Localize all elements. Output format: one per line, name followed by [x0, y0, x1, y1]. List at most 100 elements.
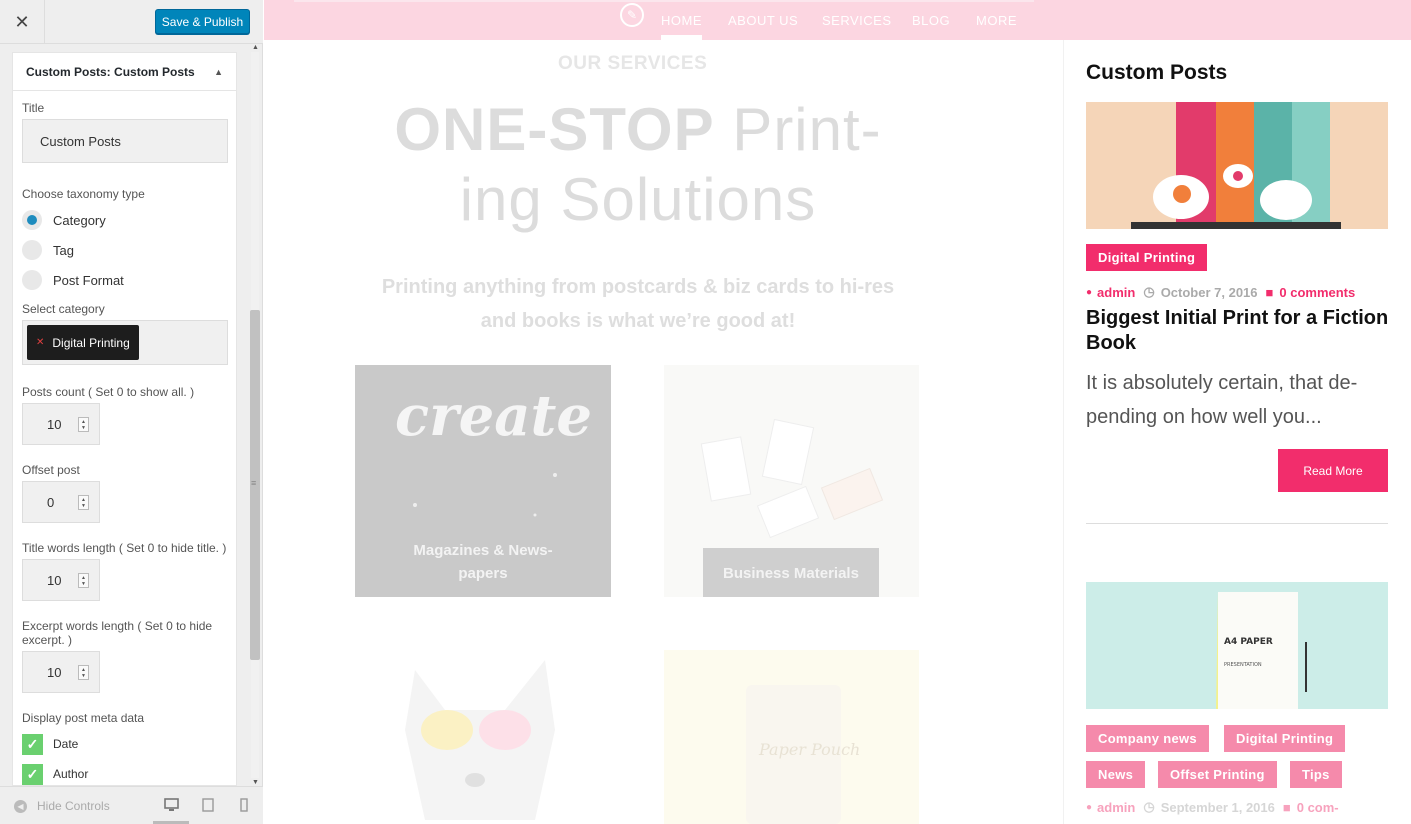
meta-option-date[interactable]: ✓ Date: [22, 729, 227, 759]
category-badge[interactable]: Tips: [1290, 761, 1342, 788]
user-icon: ●: [1086, 801, 1093, 813]
checkmark-icon[interactable]: ✓: [22, 763, 43, 785]
widget-heading-name: Custom Posts: [114, 64, 195, 79]
service-tile-pouch[interactable]: Paper Pouch: [664, 650, 919, 824]
taxonomy-option-post-format[interactable]: Post Format: [22, 265, 227, 295]
post-comments[interactable]: 0 comments: [1279, 285, 1355, 300]
checkmark-icon[interactable]: ✓: [22, 733, 43, 755]
title-label: Title: [22, 101, 45, 115]
nav-item-home[interactable]: HOME: [661, 13, 702, 40]
title-words-value: 10: [47, 572, 62, 588]
panel-scrollbar[interactable]: ▲ ≡ ▼: [249, 44, 261, 786]
post-thumbnail-art: A4 PAPER PRESENTATION: [1086, 582, 1388, 709]
post-thumbnail[interactable]: [1086, 102, 1388, 229]
collapse-arrow-icon[interactable]: ▲: [214, 67, 223, 77]
category-label: Select category: [22, 302, 105, 316]
meta-label: Display post meta data: [22, 711, 145, 725]
post-meta: ● admin ◷ September 1, 2016 ■ 0 com-: [1086, 799, 1339, 815]
spinner-arrows-icon[interactable]: ▲ ▼: [78, 573, 89, 588]
category-badge[interactable]: Company news: [1086, 725, 1209, 752]
save-publish-button[interactable]: Save & Publish: [155, 9, 250, 34]
services-title-bold: ONE-STOP: [394, 96, 715, 163]
customizer-footer: ◀ Hide Controls: [0, 786, 263, 824]
category-select[interactable]: ✕ Digital Printing: [22, 320, 228, 365]
post-title[interactable]: Biggest Initial Print for a Fiction Book: [1086, 306, 1390, 356]
post-author[interactable]: admin: [1097, 285, 1135, 300]
custom-posts-widget: Custom Posts Digital Printing ● admin ◷ …: [1063, 40, 1411, 824]
clock-icon: ◷: [1143, 284, 1155, 299]
hide-controls-button[interactable]: ◀ Hide Controls: [14, 799, 110, 813]
services-title-part-2: ing Solutions: [459, 166, 817, 233]
post-thumbnail[interactable]: A4 PAPER PRESENTATION: [1086, 582, 1388, 709]
title-words-stepper[interactable]: 10 ▲ ▼: [22, 559, 100, 601]
offset-value: 0: [47, 494, 55, 510]
tablet-icon[interactable]: [202, 798, 214, 815]
taxonomy-option-label: Category: [53, 212, 106, 228]
category-badge[interactable]: News: [1086, 761, 1146, 788]
paper-pouch-artwork: Paper Pouch: [746, 685, 860, 824]
taxonomy-option-tag[interactable]: Tag: [22, 235, 227, 265]
posts-count-value: 10: [47, 416, 62, 432]
meta-option-label: Date: [53, 737, 79, 751]
close-icon[interactable]: ✕: [0, 0, 45, 44]
post-author[interactable]: admin: [1097, 800, 1135, 815]
post-excerpt: It is absolutely certain, that de-pendin…: [1086, 372, 1358, 428]
offset-stepper[interactable]: 0 ▲ ▼: [22, 481, 100, 523]
services-title: ONE-STOP Print- ing Solutions: [364, 95, 912, 235]
scroll-down-icon[interactable]: ▼: [252, 779, 259, 786]
post-date[interactable]: October 7, 2016: [1161, 285, 1258, 300]
taxonomy-label: Choose taxonomy type: [22, 187, 145, 201]
category-badge[interactable]: Offset Printing: [1158, 761, 1277, 788]
taxonomy-option-category[interactable]: Category: [22, 205, 227, 235]
widget-title-bar[interactable]: Custom Posts: Custom Posts ▲: [13, 53, 236, 91]
services-subtitle: Printing anything from postcards & biz c…: [381, 276, 895, 332]
radio-checked-icon[interactable]: [22, 210, 42, 230]
posts-count-stepper[interactable]: 10 ▲ ▼: [22, 403, 100, 445]
nav-item-blog[interactable]: BLOG: [912, 13, 950, 28]
mobile-icon[interactable]: [240, 798, 248, 815]
category-badge[interactable]: Digital Printing: [1086, 244, 1208, 271]
spinner-arrows-icon[interactable]: ▲ ▼: [78, 417, 89, 432]
service-tile-magazines[interactable]: create YOUR Magazines & News-papers: [355, 365, 611, 597]
clock-icon: ◷: [1143, 799, 1155, 814]
services-kicker: OUR SERVICES: [558, 53, 708, 74]
nav-item-services[interactable]: SERVICES: [822, 13, 892, 28]
nav-item-about[interactable]: ABOUT US: [728, 13, 798, 28]
customizer-panel: ✕ Save & Publish Custom Posts: Custom Po…: [0, 0, 263, 824]
radio-unchecked-icon[interactable]: [22, 270, 42, 290]
remove-icon[interactable]: ✕: [36, 337, 44, 348]
post-comments[interactable]: 0 com-: [1297, 800, 1339, 815]
nav-item-more[interactable]: MORE: [976, 13, 1017, 28]
thumbnail-text: PRESENTATION: [1224, 662, 1262, 668]
desktop-icon[interactable]: [164, 798, 179, 815]
collapse-left-icon: ◀: [14, 799, 27, 813]
pencil-logo-icon[interactable]: ✎: [620, 3, 644, 27]
nav-top-stripe: [294, 0, 1034, 2]
comment-icon: ■: [1265, 284, 1274, 300]
spinner-arrows-icon[interactable]: ▲ ▼: [78, 495, 89, 510]
meta-option-author[interactable]: ✓ Author: [22, 759, 227, 785]
service-tile-business[interactable]: Business Materials: [664, 365, 919, 597]
meta-option-label: Author: [53, 767, 89, 781]
offset-label: Offset post: [22, 463, 80, 477]
scroll-up-icon[interactable]: ▲: [252, 44, 259, 51]
grip-icon: ≡: [251, 478, 257, 488]
hide-controls-label: Hide Controls: [37, 799, 110, 813]
service-tile-animal[interactable]: [355, 650, 611, 824]
site-navigation: ✎ HOME ABOUT US SERVICES BLOG MORE: [264, 0, 1411, 40]
post-divider: [1086, 523, 1388, 524]
widget-heading-prefix: Custom Posts:: [26, 64, 111, 79]
category-badge[interactable]: Digital Printing: [1224, 725, 1346, 752]
category-chip-label: Digital Printing: [52, 335, 130, 350]
post-thumbnail-art: [1086, 102, 1388, 229]
post-date[interactable]: September 1, 2016: [1161, 800, 1275, 815]
excerpt-words-stepper[interactable]: 10 ▲ ▼: [22, 651, 100, 693]
spinner-arrows-icon[interactable]: ▲ ▼: [78, 665, 89, 680]
radio-unchecked-icon[interactable]: [22, 240, 42, 260]
customizer-header: ✕ Save & Publish: [0, 0, 263, 44]
widget-heading: Custom Posts: Custom Posts: [26, 65, 195, 79]
post-meta: ● admin ◷ October 7, 2016 ■ 0 comments: [1086, 284, 1355, 300]
read-more-button[interactable]: Read More: [1278, 449, 1388, 492]
title-words-label: Title words length ( Set 0 to hide title…: [22, 541, 227, 555]
title-field[interactable]: Custom Posts: [22, 119, 228, 163]
